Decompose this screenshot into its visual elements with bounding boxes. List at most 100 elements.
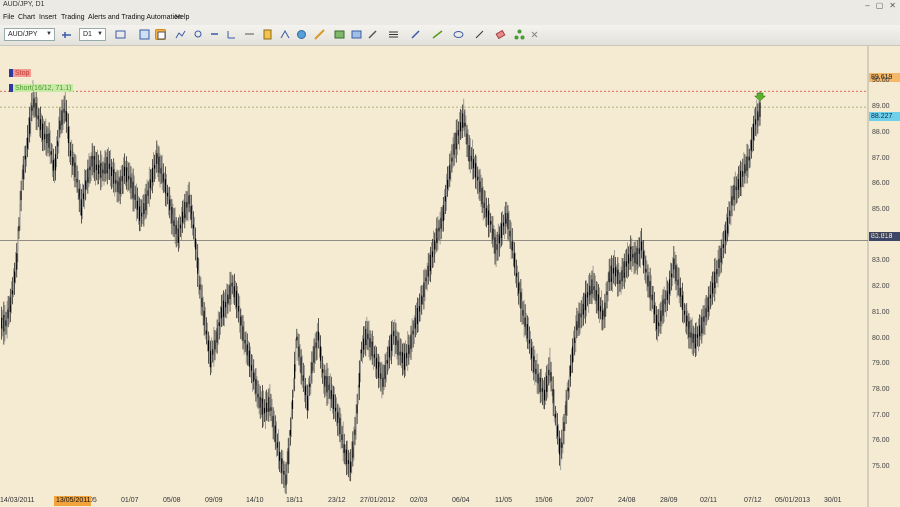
candle-body — [410, 334, 412, 349]
candle-body — [398, 346, 400, 357]
candle-body — [318, 342, 321, 347]
text-tool-icon[interactable] — [262, 29, 273, 40]
x-tick-label: 14/03/2011 — [0, 497, 35, 504]
lines-menu-icon[interactable] — [388, 29, 399, 40]
chart-settings-icon[interactable] — [115, 29, 126, 40]
candle-body — [575, 324, 577, 342]
trend-icon[interactable] — [432, 29, 443, 40]
symbol-select[interactable]: AUD/JPY ▼ — [4, 28, 55, 41]
minimize-icon[interactable]: – — [865, 1, 869, 10]
short-handle[interactable] — [9, 84, 13, 92]
candle-body — [368, 331, 370, 348]
stop-handle[interactable] — [9, 69, 13, 77]
candle-body — [471, 153, 474, 170]
maximize-icon[interactable]: ▢ — [876, 1, 884, 10]
candle-body — [470, 155, 472, 162]
candle-body — [152, 165, 155, 177]
period-icon[interactable] — [226, 29, 237, 40]
chart-type-icon[interactable] — [61, 29, 72, 40]
candle-body — [633, 252, 635, 262]
candle-body — [370, 343, 372, 348]
short-order-label[interactable]: Short(16/12, 71.1) — [9, 84, 74, 92]
candle-body — [142, 207, 144, 217]
globe-icon[interactable] — [296, 29, 307, 40]
candle-body — [456, 130, 458, 144]
candle-body — [475, 163, 477, 178]
candle-body — [338, 418, 340, 426]
candle-body — [433, 241, 435, 258]
candle-body — [130, 177, 132, 189]
candle-body — [113, 169, 115, 184]
ruler-icon[interactable] — [314, 29, 325, 40]
candle-body — [336, 409, 338, 419]
candle-body — [287, 448, 289, 465]
candle-body — [616, 272, 618, 277]
menu-file[interactable]: File — [3, 14, 14, 21]
expand-icon[interactable] — [529, 29, 540, 40]
candle-body — [468, 145, 470, 162]
candle-body — [273, 423, 275, 432]
candle-body — [17, 238, 19, 252]
candle-body — [491, 224, 493, 234]
candle-body — [397, 340, 399, 356]
candle-body — [231, 282, 233, 287]
line-tool-icon[interactable] — [244, 29, 255, 40]
candle-body — [411, 331, 413, 343]
candle-body — [622, 269, 624, 277]
candle-body — [335, 407, 337, 412]
candle-body — [621, 270, 623, 282]
candle-body — [387, 352, 389, 362]
candle-body — [310, 372, 312, 382]
hierarchy-icon[interactable] — [514, 29, 525, 40]
pattern-icon[interactable] — [280, 29, 291, 40]
candle-body — [233, 286, 235, 298]
candle-body — [278, 451, 281, 461]
candle-body — [268, 397, 270, 412]
pen-icon[interactable] — [410, 29, 421, 40]
candle-body — [741, 170, 743, 183]
menu-chart[interactable]: Chart — [18, 14, 35, 21]
stop-order-label[interactable]: Stop — [9, 69, 32, 77]
candle-body — [207, 340, 210, 352]
scroll-icon[interactable] — [209, 29, 220, 40]
candle-body — [145, 194, 147, 211]
shape-icon[interactable] — [453, 29, 464, 40]
marker-icon[interactable] — [474, 29, 485, 40]
zoom-icon[interactable] — [193, 29, 204, 40]
candle-body — [514, 262, 517, 273]
candle-body — [407, 344, 409, 361]
candle-body — [525, 324, 527, 329]
candle-body — [438, 227, 440, 232]
candle-body — [234, 291, 237, 299]
candle-body — [34, 104, 36, 109]
candle-body — [326, 376, 328, 393]
candle-body — [523, 309, 525, 326]
candle-body — [242, 326, 244, 341]
menu-insert[interactable]: Insert — [39, 14, 57, 21]
candle-body — [737, 178, 740, 190]
crosshair-toggle-icon[interactable] — [155, 29, 166, 40]
menu-trading[interactable]: Trading — [61, 14, 84, 21]
candle-body — [15, 265, 17, 273]
candle-body — [344, 452, 346, 457]
price-chart[interactable] — [0, 46, 900, 507]
x-tick-label: 20/07 — [576, 497, 594, 504]
candle-body — [39, 119, 42, 131]
candle-body — [72, 157, 74, 167]
menu-help[interactable]: Help — [175, 14, 189, 21]
object-list-icon[interactable] — [351, 29, 362, 40]
indicator-icon[interactable] — [175, 29, 186, 40]
candle-body — [11, 290, 14, 295]
layout-icon[interactable] — [139, 29, 150, 40]
tools-icon[interactable] — [367, 29, 378, 40]
timeframe-select[interactable]: D1 ▼ — [79, 28, 106, 41]
candle-body — [692, 333, 694, 343]
image-icon[interactable] — [334, 29, 345, 40]
close-icon[interactable]: ✕ — [889, 1, 896, 10]
y-tick-label: 77.00 — [872, 411, 890, 419]
candle-body — [661, 308, 663, 316]
candle-body — [44, 133, 46, 140]
menu-alerts[interactable]: Alerts and Trading Automation — [88, 14, 182, 21]
eraser-icon[interactable] — [495, 29, 506, 40]
candle-body — [238, 306, 240, 312]
